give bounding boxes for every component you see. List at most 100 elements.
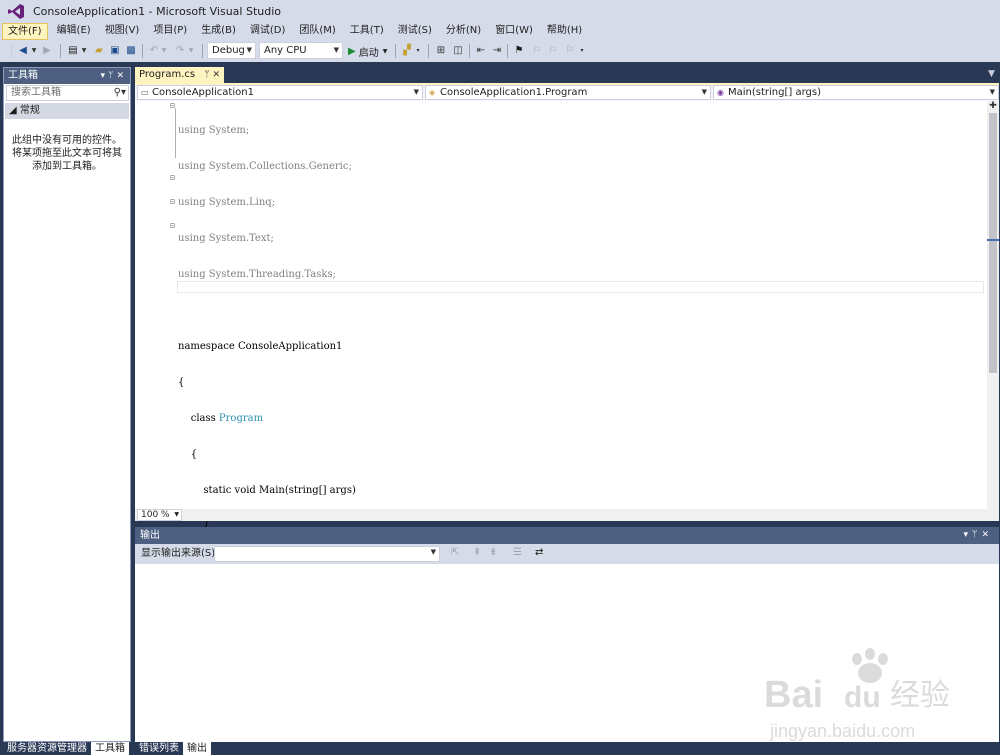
solution-configuration-select[interactable]: Debug ▼ [207, 42, 256, 59]
menu-help[interactable]: 帮助(H) [542, 23, 587, 40]
menu-team[interactable]: 团队(M) [294, 23, 340, 40]
code-line: { [178, 377, 185, 388]
dropdown-icon[interactable]: ▾ [964, 530, 973, 540]
watermark-cn: 经验 [890, 678, 950, 713]
chevron-down-icon: ▼ [246, 46, 252, 54]
menu-file[interactable]: 文件(F) [2, 23, 48, 40]
menu-project[interactable]: 项目(P) [148, 23, 192, 40]
close-icon[interactable]: ✕ [981, 530, 993, 540]
dropdown-arrow-icon[interactable]: ▼ [80, 43, 88, 58]
empty-message-line: 此组中没有可用的控件。 [12, 135, 122, 146]
tab-close-icon[interactable]: ᛘ ✕ [204, 67, 220, 83]
collapse-icon[interactable]: ⊟ [170, 101, 175, 110]
start-debugging-button[interactable]: ▶ 启动 ▼ [348, 43, 387, 59]
redo-icon[interactable]: ↷ [173, 43, 187, 58]
baidu-jingyan-watermark: Bai du 经验 jingyan.baidu.com [764, 648, 950, 741]
toolbox-search-input[interactable]: 搜索工具箱 ⚲▾ [6, 85, 129, 101]
toolbar-overflow-icon[interactable]: ▾ [578, 43, 586, 58]
collapse-icon[interactable]: ⊟ [170, 197, 175, 206]
tab-label: Program.cs [139, 69, 196, 80]
toolbar-grip[interactable] [11, 44, 12, 58]
increase-indent-icon[interactable]: ⇥ [490, 43, 504, 58]
solution-explorer-icon[interactable]: ⊞ [434, 43, 448, 58]
chevron-down-icon: ▼ [174, 511, 179, 518]
zoom-level-select[interactable]: 100 % ▼ [137, 509, 182, 521]
tab-program-cs[interactable]: Program.cs ᛘ ✕ [135, 67, 224, 83]
search-icon[interactable]: ⚲▾ [114, 86, 126, 100]
panel-controls: ▾ᛘ✕ [101, 68, 127, 84]
configuration-value: Debug [212, 45, 245, 56]
save-icon[interactable]: ▣ [108, 43, 122, 58]
next-bookmark-icon[interactable]: ⚐ [546, 43, 560, 58]
find-in-files-icon[interactable]: ▞ [400, 43, 414, 58]
dropdown-arrow-icon[interactable]: ▾ [414, 43, 422, 58]
toolbox-title: 工具箱 [8, 70, 38, 81]
menu-window[interactable]: 窗口(W) [490, 23, 538, 40]
decrease-indent-icon[interactable]: ⇤ [474, 43, 488, 58]
save-all-icon[interactable]: ▩ [124, 43, 138, 58]
navigate-back-icon[interactable]: ◀ [16, 43, 30, 58]
navigate-forward-icon[interactable]: ▶ [40, 43, 54, 58]
code-line: class Program [178, 413, 356, 425]
output-source-label: 显示输出来源(S): [141, 548, 219, 559]
platform-value: Any CPU [264, 45, 307, 56]
next-message-icon[interactable]: ⇟ [489, 547, 497, 558]
menu-build[interactable]: 生成(B) [196, 23, 241, 40]
watermark-brand-du: du [844, 681, 881, 714]
menu-tools[interactable]: 工具(T) [345, 23, 389, 40]
tab-error-list[interactable]: 错误列表 [135, 742, 183, 755]
output-toolbar: 显示输出来源(S): ▼ ⇱ ⇞ ⇟ ☰ ⇄ [135, 544, 999, 564]
code-editor[interactable]: ⊟ ⊟ ⊟ ⊟ using System; using System.Colle… [135, 101, 999, 640]
open-file-icon[interactable]: ▰ [92, 43, 106, 58]
solution-platform-select[interactable]: Any CPU ▼ [259, 42, 343, 59]
menu-edit[interactable]: 编辑(E) [52, 23, 96, 40]
bookmark-icon[interactable]: ⚑ [512, 43, 526, 58]
go-to-line-icon[interactable]: ⇱ [451, 547, 459, 558]
split-window-icon[interactable]: ✚ [987, 101, 999, 112]
menu-debug[interactable]: 调试(D) [245, 23, 291, 40]
code-line: using System.Linq; [178, 197, 276, 208]
keyword: class [178, 413, 219, 424]
previous-bookmark-icon[interactable]: ⚐ [530, 43, 544, 58]
outline-guide [175, 108, 176, 158]
output-title: 输出 [140, 530, 160, 541]
chevron-down-icon: ▼ [413, 88, 419, 96]
project-icon: ▭ [141, 88, 149, 97]
chevron-down-icon: ▼ [430, 548, 436, 556]
close-icon[interactable]: ✕ [116, 71, 127, 81]
scroll-thumb[interactable] [989, 113, 997, 373]
collapse-icon[interactable]: ⊟ [170, 221, 175, 230]
dropdown-arrow-icon[interactable]: ▼ [187, 43, 195, 58]
dropdown-icon[interactable]: ▾ [101, 71, 109, 81]
properties-icon[interactable]: ◫ [451, 43, 465, 58]
menu-view[interactable]: 视图(V) [100, 23, 145, 40]
tab-output[interactable]: 输出 [183, 742, 211, 755]
project-name: ConsoleApplication1 [152, 87, 254, 98]
project-dropdown[interactable]: ▭ ConsoleApplication1 ▼ [137, 85, 423, 100]
previous-message-icon[interactable]: ⇞ [473, 547, 481, 558]
output-source-select[interactable]: ▼ [214, 546, 440, 562]
vertical-scrollbar[interactable] [987, 101, 999, 509]
tab-server-explorer[interactable]: 服务器资源管理器 [3, 742, 91, 755]
clear-all-icon[interactable]: ☰ [513, 547, 522, 558]
dropdown-arrow-icon[interactable]: ▼ [160, 43, 168, 58]
dropdown-arrow-icon[interactable]: ▼ [30, 43, 38, 58]
new-project-icon[interactable]: ▤ [66, 43, 80, 58]
collapse-icon[interactable]: ⊟ [170, 173, 175, 182]
word-wrap-icon[interactable]: ⇄ [535, 547, 543, 558]
bottom-panel-tabs: 错误列表 输出 [135, 742, 211, 755]
member-name: Main(string[] args) [728, 87, 821, 98]
member-dropdown[interactable]: ◉ Main(string[] args) ▼ [713, 85, 999, 100]
clear-bookmarks-icon[interactable]: ⚐ [563, 43, 577, 58]
code-line: using System.Threading.Tasks; [178, 269, 336, 280]
toolbox-category-general[interactable]: ◢ 常规 [5, 103, 129, 119]
undo-icon[interactable]: ↶ [147, 43, 161, 58]
code-line: { [178, 449, 198, 460]
tab-toolbox[interactable]: 工具箱 [91, 742, 129, 755]
type-dropdown[interactable]: ◈ ConsoleApplication1.Program ▼ [425, 85, 711, 100]
watermark-brand: Bai [764, 674, 823, 716]
tab-dropdown-icon[interactable]: ▼ [988, 69, 995, 79]
menu-analyze[interactable]: 分析(N) [441, 23, 486, 40]
menu-test[interactable]: 测试(S) [393, 23, 437, 40]
